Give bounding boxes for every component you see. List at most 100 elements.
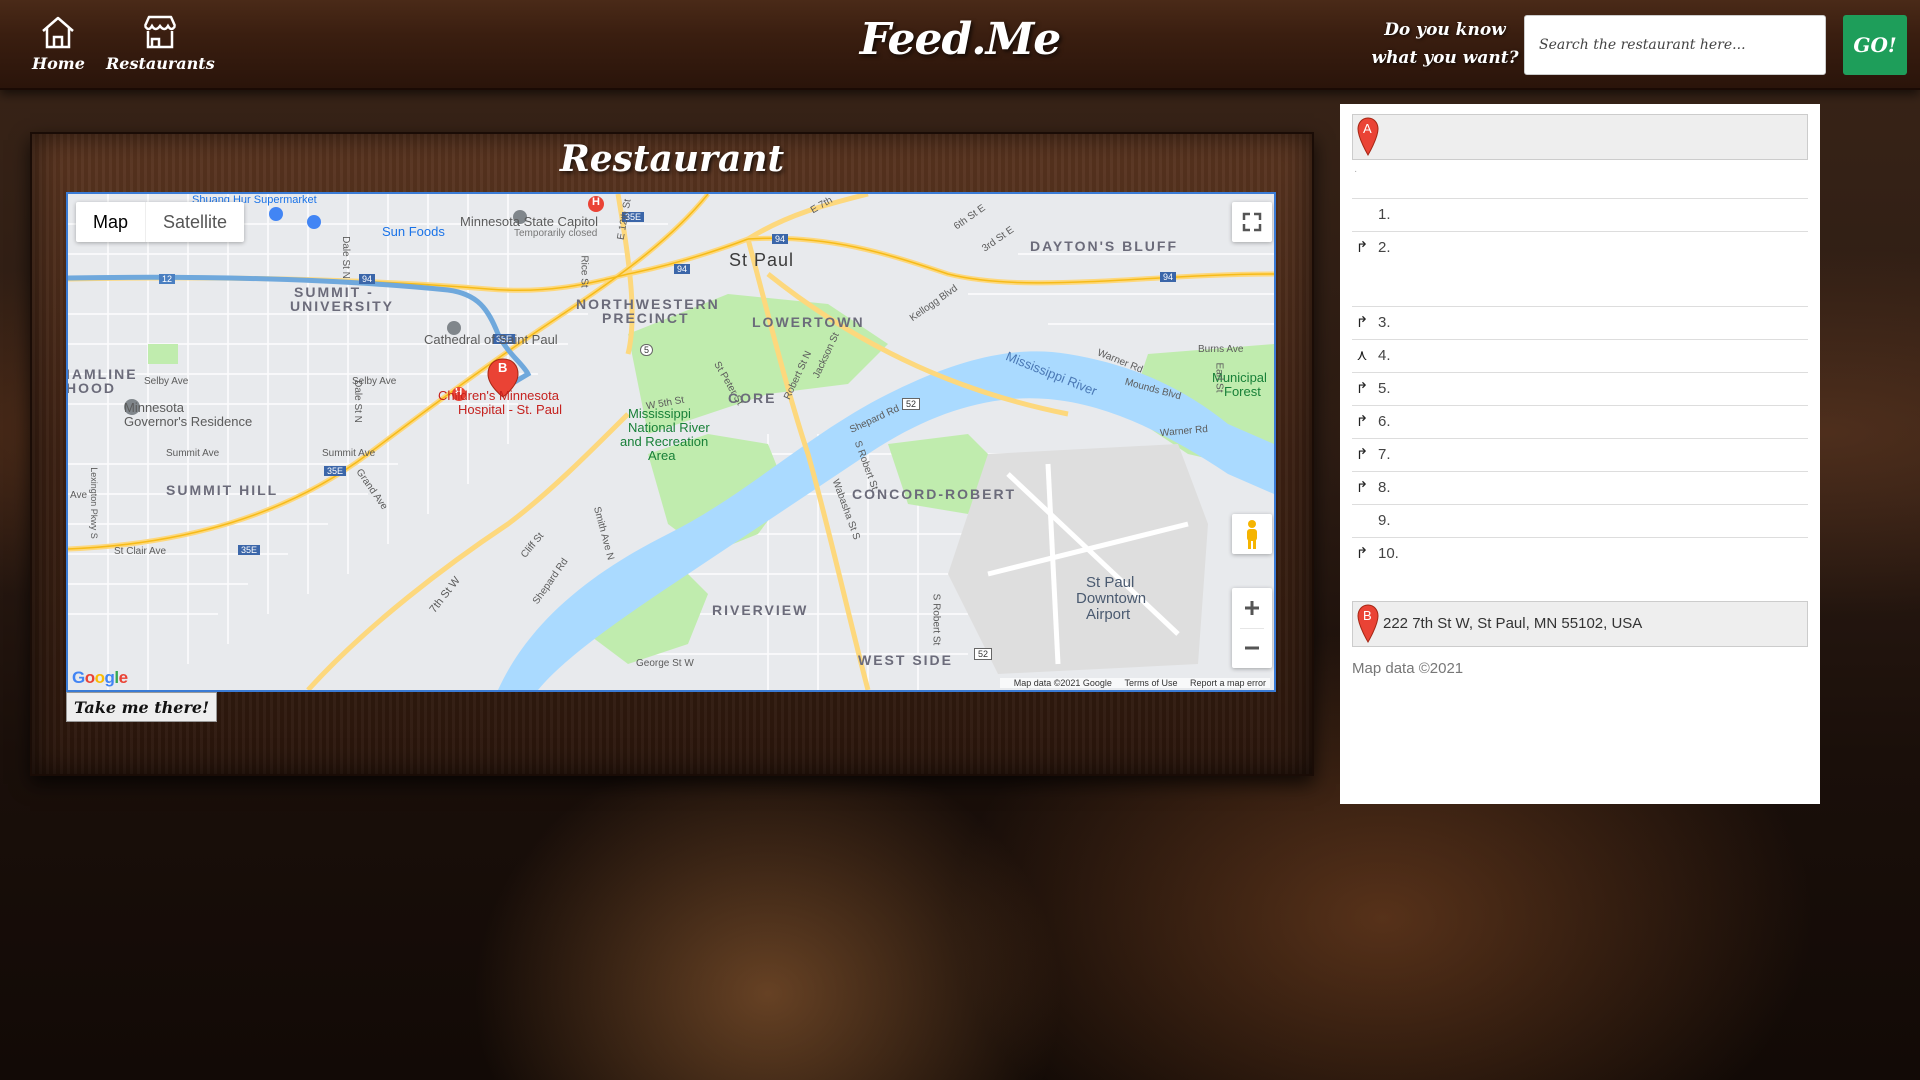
map-label-sun-foods: Sun Foods	[382, 224, 445, 239]
direction-step[interactable]: ↱ 3.	[1352, 306, 1808, 339]
maneuver-icon-empty	[1354, 513, 1370, 529]
street-selby-1: Selby Ave	[144, 376, 189, 387]
take-me-there-button[interactable]: Take me there!	[66, 692, 218, 722]
direction-step-number: 9.	[1378, 512, 1391, 529]
district-northwestern-2: PRECINCT	[602, 310, 690, 326]
directions-copyright: Map data ©2021	[1352, 660, 1464, 677]
fullscreen-button[interactable]	[1232, 202, 1272, 242]
google-map[interactable]: B H H 12 94 94 94 94 35E 35E 35E 35E 52 …	[66, 192, 1276, 692]
restaurant-search-input[interactable]	[1524, 15, 1826, 75]
district-concord-robert: CONCORD-ROBERT	[852, 486, 1017, 502]
highway-shield-us12: 12	[159, 274, 176, 284]
origin-marker-letter: A	[1363, 121, 1372, 136]
fullscreen-icon	[1242, 212, 1262, 232]
district-riverview: RIVERVIEW	[712, 602, 809, 618]
map-label-mnrra-2: National River	[628, 420, 710, 435]
maneuver-icon: ↱	[1355, 413, 1369, 430]
map-type-map-button[interactable]: Map	[76, 202, 145, 242]
map-label-mnrra-4: Area	[648, 448, 676, 463]
search-prompt-line2: what you want?	[1371, 48, 1519, 68]
map-label-governor-2: Governor's Residence	[124, 414, 253, 429]
highway-shield-i35e-c: 35E	[324, 466, 347, 476]
zoom-control	[1232, 588, 1272, 668]
nav-home[interactable]: Home	[32, 14, 85, 73]
terms-of-use-link[interactable]: Terms of Use	[1124, 678, 1177, 688]
minus-icon	[1245, 646, 1259, 650]
pegman-icon	[1247, 520, 1257, 549]
direction-step-number: 3.	[1378, 314, 1391, 331]
direction-step[interactable]: ↱ 6.	[1352, 405, 1808, 438]
map-label-capitol: Minnesota State Capitol	[460, 214, 599, 229]
street-earl: Earl St	[1213, 362, 1225, 393]
map-label-childrens-2: Hospital - St. Paul	[458, 402, 563, 417]
street-rice: Rice St	[578, 255, 590, 288]
highway-shield-i94a: 94	[359, 274, 376, 284]
street-s-robert-south: S Robert St	[930, 593, 942, 646]
summary-dot: ·	[1354, 166, 1358, 177]
hospital-marker-label-1: H	[592, 196, 600, 208]
report-map-error-link[interactable]: Report a map error	[1190, 678, 1266, 688]
direction-step-number: 4.	[1378, 347, 1391, 364]
map-label-municipal-2: Forest	[1224, 384, 1261, 399]
google-logo[interactable]: Google	[72, 668, 128, 688]
direction-step[interactable]: 1.	[1352, 198, 1808, 231]
district-core: CORE	[728, 390, 777, 406]
home-icon	[42, 16, 75, 49]
maneuver-icon: ↱	[1355, 479, 1369, 496]
maneuver-icon: ↱	[1355, 314, 1369, 331]
highway-shield-us52a: 52	[902, 398, 921, 410]
direction-step[interactable]: ↱ 7.	[1352, 438, 1808, 471]
restaurant-map-frame: Restaurant B H H 12 94 94 94 94 35E 35E …	[30, 132, 1314, 776]
district-summit-university-2: UNIVERSITY	[290, 298, 395, 314]
direction-step-number: 10.	[1378, 545, 1399, 562]
direction-step[interactable]: ↱ 2.	[1352, 231, 1808, 306]
go-button[interactable]: GO!	[1843, 15, 1907, 75]
nav-restaurants-label: Restaurants	[106, 54, 215, 73]
zoom-out-button[interactable]	[1232, 629, 1272, 668]
direction-step[interactable]: ⋏ 4.	[1352, 339, 1808, 372]
zoom-in-button[interactable]	[1232, 588, 1272, 628]
direction-step[interactable]: ↱ 10.	[1352, 537, 1808, 570]
direction-step-number: 8.	[1378, 479, 1391, 496]
map-label-mnrra-3: and Recreation	[620, 434, 709, 449]
nav-restaurants[interactable]: Restaurants	[106, 14, 215, 73]
district-summit-hill: SUMMIT HILL	[166, 482, 279, 498]
direction-step[interactable]: ↱ 5.	[1352, 372, 1808, 405]
plus-icon	[1245, 601, 1259, 615]
map-label-airport-1: St Paul	[1086, 574, 1135, 591]
map-type-satellite-button[interactable]: Satellite	[145, 202, 244, 242]
maneuver-icon: ↱	[1355, 446, 1369, 463]
highway-shield-i94c: 94	[772, 234, 789, 244]
destination-marker-letter: B	[1363, 608, 1372, 623]
brand-name[interactable]: Feed.Me	[860, 14, 1062, 65]
route-shield-5: 5	[640, 344, 654, 356]
map-label-childrens-1: Children's Minnesota	[438, 388, 559, 403]
direction-step-number: 5.	[1378, 380, 1391, 397]
highway-shield-i94d: 94	[1160, 272, 1177, 282]
destination-address-text: 222 7th St W, St Paul, MN 55102, USA	[1383, 615, 1643, 632]
street-dale-1: Dale St N	[339, 236, 351, 279]
street-george: George St W	[636, 658, 694, 669]
direction-step-number: 1.	[1378, 206, 1391, 223]
direction-step-number: 7.	[1378, 446, 1391, 463]
origin-address-row[interactable]: A	[1352, 114, 1808, 160]
map-label-governor-1: Minnesota	[124, 400, 184, 415]
map-label-cathedral: Cathedral of Saint Paul	[424, 332, 558, 347]
direction-step[interactable]: ↱ 8.	[1352, 471, 1808, 504]
maneuver-icon-empty	[1354, 207, 1370, 223]
destination-marker-label: B	[498, 360, 508, 375]
map-label-airport-2: Downtown	[1076, 590, 1147, 607]
nav-home-label: Home	[32, 54, 85, 73]
direction-step[interactable]: 9.	[1352, 504, 1808, 537]
storefront-icon	[144, 15, 177, 49]
highway-shield-i35e-d: 35E	[238, 545, 261, 555]
search-prompt-line1: Do you know	[1384, 20, 1506, 40]
street-view-pegman[interactable]	[1232, 514, 1272, 554]
map-attribution: Map data ©2021 Google Terms of Use Repor…	[999, 678, 1270, 688]
street-st-clair: St Clair Ave	[114, 546, 167, 557]
district-hamline-2: HOOD	[66, 380, 116, 396]
district-lowertown: LOWERTOWN	[752, 314, 865, 330]
map-label-st-paul: St Paul	[729, 250, 795, 270]
destination-address-row[interactable]: B 222 7th St W, St Paul, MN 55102, USA	[1352, 601, 1808, 647]
direction-step-number: 6.	[1378, 413, 1391, 430]
